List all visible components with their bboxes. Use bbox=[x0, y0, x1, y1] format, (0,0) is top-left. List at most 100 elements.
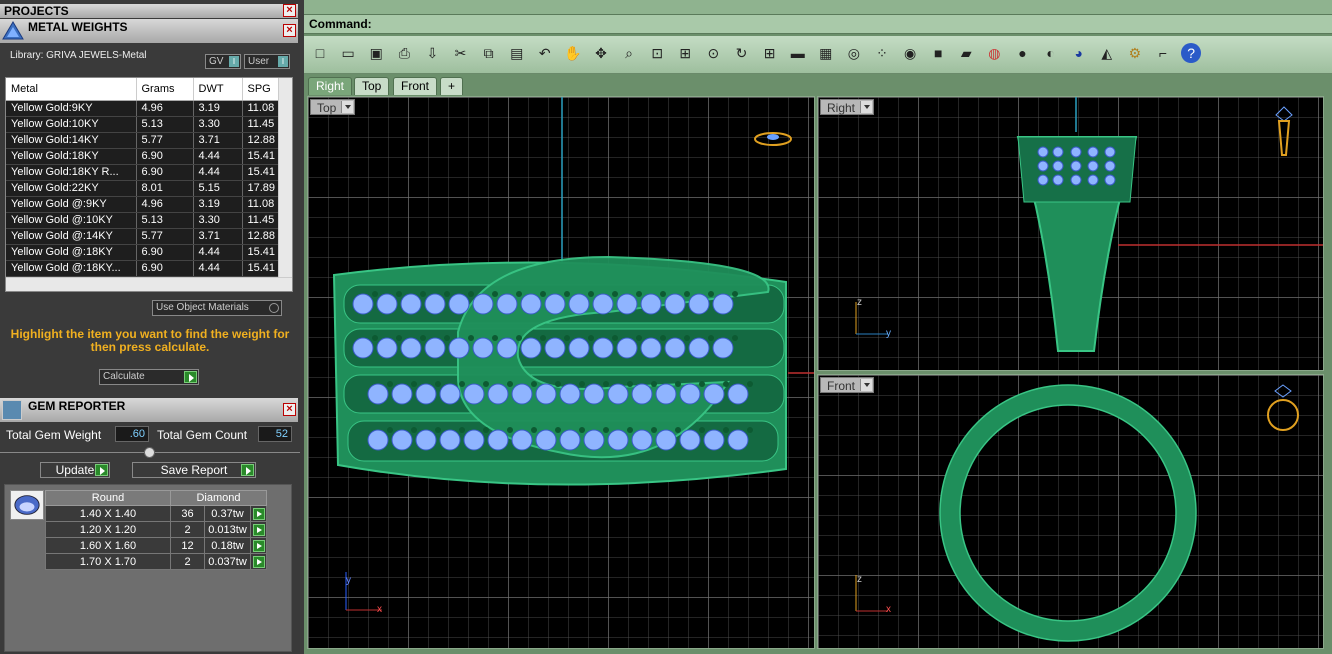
gem-cell: 12 bbox=[170, 537, 205, 554]
col-spg[interactable]: SPG bbox=[242, 78, 281, 101]
gem-row[interactable]: 1.40 X 1.40 36 0.37tw bbox=[45, 505, 267, 522]
save-report-button[interactable]: Save Report bbox=[132, 462, 256, 478]
settings-gear-icon[interactable]: ⚙ bbox=[1125, 43, 1145, 63]
shade-icon[interactable]: ● bbox=[1013, 43, 1033, 63]
splitter-handle[interactable] bbox=[144, 447, 155, 458]
user-label: User bbox=[248, 56, 270, 67]
copy-icon[interactable]: ⧉ bbox=[479, 43, 499, 63]
close-icon[interactable]: × bbox=[283, 403, 296, 416]
dimension-icon[interactable]: ⌐ bbox=[1153, 43, 1173, 63]
light-icon[interactable]: ◉ bbox=[900, 43, 920, 63]
col-metal[interactable]: Metal bbox=[6, 78, 137, 101]
table-row[interactable]: Yellow Gold @:18KY... 6.90 4.44 15.41 bbox=[6, 260, 281, 277]
toggle-icon: I bbox=[278, 56, 288, 67]
zoom-dynamic-icon[interactable]: ↻ bbox=[732, 43, 752, 63]
table-row[interactable]: Yellow Gold @:10KY 5.13 3.30 11.45 bbox=[6, 212, 281, 229]
update-label: Update bbox=[55, 463, 95, 477]
new-file-icon[interactable]: □ bbox=[310, 43, 330, 63]
prong bbox=[708, 291, 714, 297]
select-gem-button[interactable] bbox=[250, 537, 267, 554]
layers-icon[interactable]: ▰ bbox=[956, 43, 976, 63]
col-dwt[interactable]: DWT bbox=[193, 78, 243, 101]
col-grams[interactable]: Grams bbox=[136, 78, 194, 101]
gem-stone bbox=[631, 429, 653, 451]
gem-cell: 36 bbox=[170, 505, 205, 522]
zoom-icon[interactable]: ⌕ bbox=[619, 43, 639, 63]
gv-toggle[interactable]: GV I bbox=[205, 54, 241, 69]
horizontal-scrollbar[interactable] bbox=[6, 277, 292, 291]
metal-weights-icon bbox=[2, 21, 24, 40]
user-toggle[interactable]: User I bbox=[244, 54, 290, 69]
prong bbox=[492, 335, 498, 341]
grid-snap-icon[interactable]: ▦ bbox=[816, 43, 836, 63]
gem-row[interactable]: 1.70 X 1.70 2 0.037tw bbox=[45, 553, 267, 570]
main-toolbar: □ ▭ ▣ ⎙ ⇩ ✂ ⧉ ▤ ↶ ✋ ✥ ⌕ ⊡ ⊞ ⊙ ↻ ⊞ ▬ ▦ ◎ ⁘ ◉ ■ ▰ ◍ ● ◐ ◕ ◭ ⚙ ⌐? bbox=[304, 36, 1332, 74]
table-row[interactable]: Yellow Gold @:9KY 4.96 3.19 11.08 bbox=[6, 196, 281, 213]
table-cell: 6.90 bbox=[136, 244, 194, 261]
radio-icon bbox=[269, 303, 279, 313]
lock-icon[interactable]: ■ bbox=[928, 43, 948, 63]
table-row[interactable]: Yellow Gold:22KY 8.01 5.15 17.89 bbox=[6, 180, 281, 197]
vertical-scrollbar[interactable] bbox=[278, 78, 292, 278]
material-sphere-icon[interactable]: ◕ bbox=[1069, 43, 1089, 63]
color-wheel-icon[interactable]: ◍ bbox=[984, 43, 1004, 63]
update-button[interactable]: Update bbox=[40, 462, 110, 478]
save-icon[interactable]: ▣ bbox=[366, 43, 386, 63]
render-icon[interactable]: ◐ bbox=[1041, 43, 1061, 63]
viewport-right-label[interactable]: Right bbox=[820, 99, 875, 115]
table-row[interactable]: Yellow Gold:14KY 5.77 3.71 12.88 bbox=[6, 132, 281, 149]
open-folder-icon[interactable]: ▭ bbox=[338, 43, 358, 63]
zoom-extents-icon[interactable]: ⊞ bbox=[675, 43, 695, 63]
car-icon[interactable]: ▬ bbox=[788, 43, 808, 63]
prong bbox=[531, 427, 537, 433]
viewport-front[interactable]: z x Front bbox=[817, 374, 1324, 649]
table-row[interactable]: Yellow Gold:9KY 4.96 3.19 11.08 bbox=[6, 100, 281, 117]
osnap-icon[interactable]: ◎ bbox=[844, 43, 864, 63]
print-icon[interactable]: ⎙ bbox=[394, 43, 414, 63]
viewport-top-label[interactable]: Top bbox=[310, 99, 356, 115]
prong bbox=[459, 381, 465, 387]
paste-icon[interactable]: ▤ bbox=[507, 43, 527, 63]
use-object-materials-toggle[interactable]: Use Object Materials bbox=[152, 300, 282, 316]
gem-stone bbox=[1070, 160, 1082, 172]
zoom-window-icon[interactable]: ⊡ bbox=[647, 43, 667, 63]
tab-top[interactable]: Top bbox=[354, 77, 390, 95]
gem-stone bbox=[352, 293, 374, 315]
cut-icon[interactable]: ✂ bbox=[451, 43, 471, 63]
projects-panel-header[interactable]: PROJECTS × bbox=[0, 4, 298, 18]
viewport-top-name: Top bbox=[317, 101, 337, 115]
viewport-right[interactable]: z y Right bbox=[817, 96, 1324, 371]
points-icon[interactable]: ⁘ bbox=[872, 43, 892, 63]
close-icon[interactable]: × bbox=[283, 24, 296, 37]
command-line[interactable]: Command: bbox=[304, 14, 1332, 34]
gem-row[interactable]: 1.60 X 1.60 12 0.18tw bbox=[45, 537, 267, 554]
zoom-selected-icon[interactable]: ⊙ bbox=[703, 43, 723, 63]
help-icon[interactable]: ? bbox=[1181, 43, 1202, 63]
viewport-front-label[interactable]: Front bbox=[820, 377, 875, 393]
rotate-view-icon[interactable]: ✥ bbox=[591, 43, 611, 63]
table-cell: 12.88 bbox=[242, 228, 281, 245]
select-gem-button[interactable] bbox=[250, 505, 267, 522]
export-icon[interactable]: ⇩ bbox=[422, 43, 442, 63]
gem-row[interactable]: 1.20 X 1.20 2 0.013tw bbox=[45, 521, 267, 538]
close-icon[interactable]: × bbox=[283, 4, 296, 17]
pan-hand-icon[interactable]: ✋ bbox=[563, 43, 583, 63]
select-gem-button[interactable] bbox=[250, 553, 267, 570]
undo-icon[interactable]: ↶ bbox=[535, 43, 555, 63]
gem-stone bbox=[415, 383, 437, 405]
viewport-top[interactable]: y x Top bbox=[307, 96, 815, 649]
four-viewports-icon[interactable]: ⊞ bbox=[760, 43, 780, 63]
table-row[interactable]: Yellow Gold:18KY R... 6.90 4.44 15.41 bbox=[6, 164, 281, 181]
table-row[interactable]: Yellow Gold @:14KY 5.77 3.71 12.88 bbox=[6, 228, 281, 245]
light-cone-icon[interactable]: ◭ bbox=[1097, 43, 1117, 63]
tab-right[interactable]: Right bbox=[308, 77, 353, 95]
table-row[interactable]: Yellow Gold:18KY 6.90 4.44 15.41 bbox=[6, 148, 281, 165]
metal-weights-table[interactable]: Metal Grams DWT SPG Yellow Gold:9KY 4.96 3… bbox=[5, 77, 293, 292]
table-row[interactable]: Yellow Gold @:18KY 6.90 4.44 15.41 bbox=[6, 244, 281, 261]
tab-add[interactable]: + bbox=[440, 77, 464, 95]
table-row[interactable]: Yellow Gold:10KY 5.13 3.30 11.45 bbox=[6, 116, 281, 133]
gem-stone bbox=[400, 293, 422, 315]
calculate-button[interactable]: Calculate bbox=[99, 369, 199, 385]
select-gem-button[interactable] bbox=[250, 521, 267, 538]
tab-front[interactable]: Front bbox=[393, 77, 438, 95]
